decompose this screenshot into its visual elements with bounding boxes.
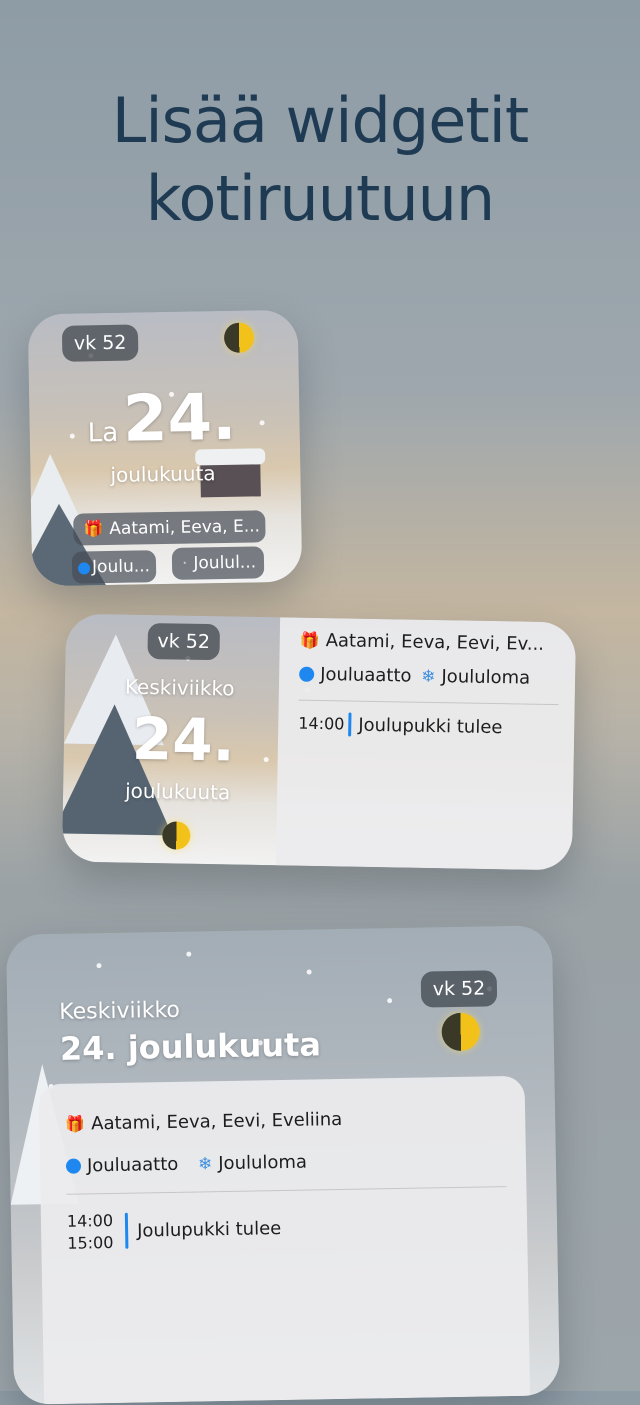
large-holidays-row: Jouluaatto ❄ Joululoma (65, 1151, 308, 1177)
small-weekday: La (87, 417, 119, 449)
large-event-bar (124, 1212, 129, 1249)
small-holiday-chip-2: · Joulul... (171, 546, 265, 580)
small-week-badge: vk 52 (61, 324, 139, 362)
large-names: Aatami, Eeva, Eevi, Eveliina (90, 1108, 343, 1135)
large-widget[interactable]: Keskiviikko 24. joulukuuta vk 52 🎁 Aatami… (5, 925, 561, 1405)
medium-weekday: Keskiviikko (124, 674, 235, 701)
large-event-title[interactable]: Joulupukki tulee (137, 1218, 282, 1242)
medium-event-title[interactable]: Joulupukki tulee (358, 715, 503, 739)
small-chip2-label: Joulul... (193, 552, 257, 574)
snowflake-icon: · (181, 553, 188, 574)
gift-icon: 🎁 (299, 630, 320, 650)
large-week-badge: vk 52 (420, 970, 498, 1008)
medium-day: 24. (131, 704, 236, 775)
small-names-chip: 🎁 Aatami, Eeva, E... (73, 510, 266, 546)
large-event-start: 14:00 (66, 1210, 114, 1231)
gift-icon: 🎁 (83, 519, 104, 539)
gift-icon: 🎁 (65, 1114, 86, 1134)
medium-holidays-row: Jouluaatto ❄ Joululoma (299, 664, 530, 689)
medium-names: Aatami, Eeva, Eevi, Ev... (325, 630, 545, 655)
large-holiday1: Jouluaatto (86, 1153, 179, 1177)
large-holiday2: Joululoma (218, 1151, 308, 1175)
large-date: 24. joulukuuta (59, 1025, 322, 1068)
large-divider (66, 1186, 507, 1195)
medium-month: joulukuuta (124, 778, 231, 805)
snowflake-icon: ❄ (197, 1154, 213, 1175)
snowflake-icon: ❄ (421, 666, 436, 688)
medium-week-badge: vk 52 (147, 622, 221, 661)
medium-divider (298, 699, 559, 706)
small-month: joulukuuta (110, 461, 216, 487)
medium-widget[interactable]: vk 52 Keskiviikko 24. joulukuuta 🎁 Aatami… (61, 613, 577, 871)
medium-event-time: 14:00 (298, 713, 345, 734)
blue-dot-icon (65, 1158, 82, 1174)
small-day: 24. (122, 380, 238, 457)
large-weekday: Keskiviikko (59, 997, 181, 1025)
large-event-end: 15:00 (67, 1232, 114, 1253)
medium-agenda-panel: 🎁 Aatami, Eeva, Eevi, Ev... Jouluaatto ❄ J… (275, 617, 577, 871)
medium-names-row: 🎁 Aatami, Eeva, Eevi, Ev... (300, 630, 545, 655)
small-holiday-chip-1: Joulu... (71, 550, 157, 584)
small-names: Aatami, Eeva, E... (109, 516, 261, 539)
headline-line2: kotiruutuun (145, 162, 495, 235)
medium-holiday2: Joululoma (441, 666, 531, 689)
headline-line1: Lisää widgetit (111, 84, 529, 157)
small-widget[interactable]: vk 52 La 24. joulukuuta 🎁 Aatami, Eeva, E… (27, 309, 303, 587)
medium-event-bar (348, 712, 352, 737)
headline: Lisää widgetit kotiruutuun (0, 82, 640, 238)
large-names-row: 🎁 Aatami, Eeva, Eevi, Eveliina (65, 1109, 342, 1135)
blue-dot-icon (299, 666, 315, 682)
medium-holiday1: Jouluaatto (319, 664, 412, 687)
small-date-block: La 24. (87, 381, 237, 458)
small-chip1-label: Joulu... (91, 556, 151, 578)
large-agenda-panel: 🎁 Aatami, Eeva, Eevi, Eveliina Jouluaatto… (38, 1075, 531, 1405)
blue-dot-icon (77, 562, 91, 575)
